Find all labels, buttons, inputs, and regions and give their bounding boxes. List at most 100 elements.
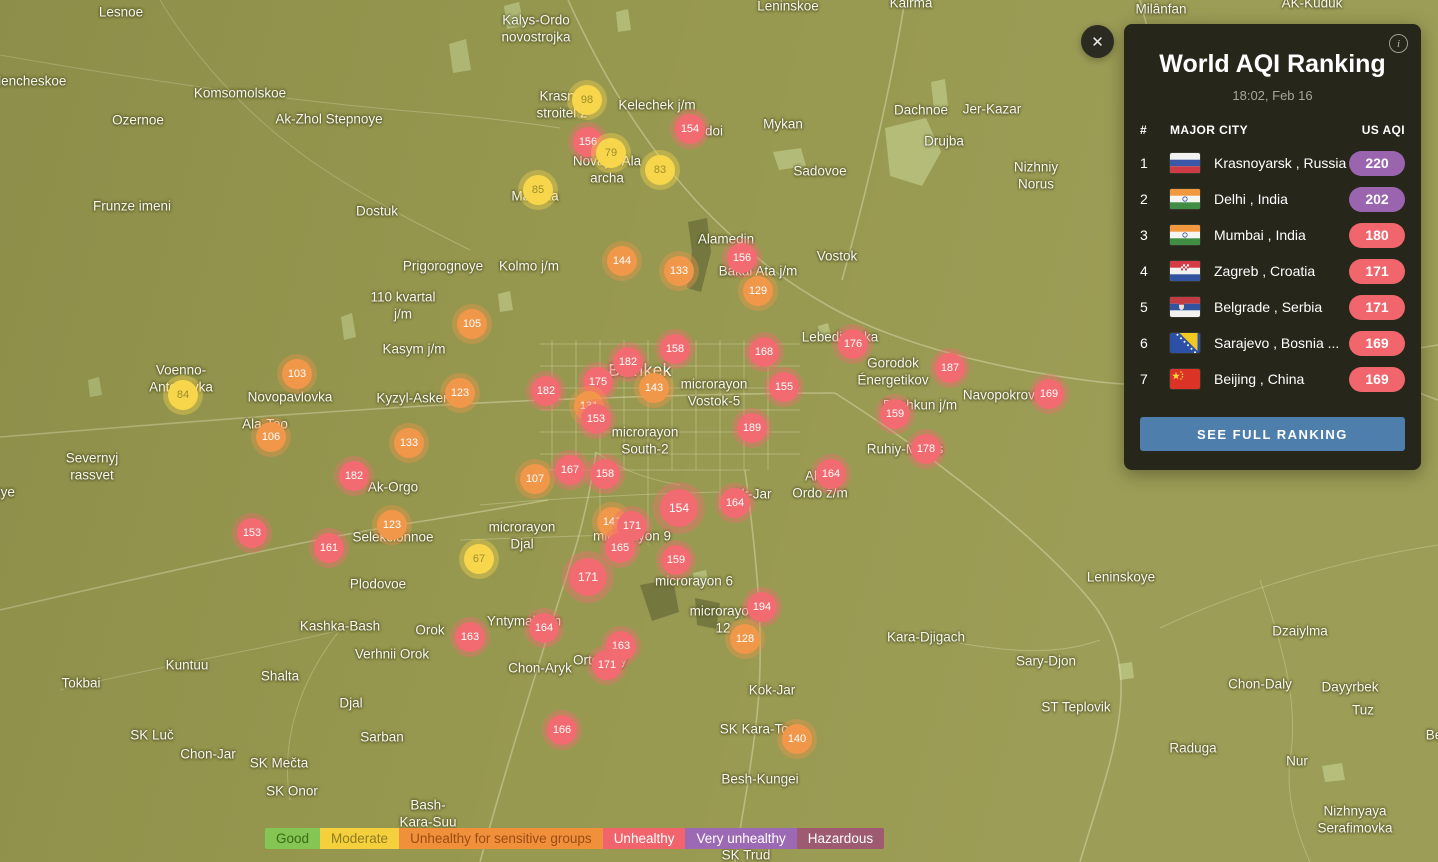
aqi-marker[interactable]: 107 xyxy=(520,464,550,494)
aqi-marker[interactable]: 106 xyxy=(256,422,286,452)
aqi-marker[interactable]: 156 xyxy=(727,243,757,273)
aqi-marker[interactable]: 128 xyxy=(730,624,760,654)
col-city: MAJOR CITY xyxy=(1170,123,1249,137)
map-label: Nizhnyaya Serafimovka xyxy=(1317,803,1393,835)
aqi-marker[interactable]: 164 xyxy=(720,488,750,518)
aqi-marker[interactable]: 165 xyxy=(605,533,635,563)
map-label: SK Mečta xyxy=(249,755,309,771)
aqi-marker[interactable]: 84 xyxy=(168,380,198,410)
panel-close-button[interactable]: ✕ xyxy=(1081,25,1114,58)
map-label: oye xyxy=(0,484,15,500)
map-label: Leninskoye xyxy=(1086,569,1156,585)
aqi-marker[interactable]: 194 xyxy=(747,592,777,622)
ranking-row[interactable]: 7 Beijing , China 169 xyxy=(1124,361,1421,397)
aqi-marker[interactable]: 176 xyxy=(838,329,868,359)
aqi-marker[interactable]: 169 xyxy=(1034,379,1064,409)
aqi-marker[interactable]: 144 xyxy=(607,246,637,276)
map-label: Ak-Zhol Stepnoye xyxy=(275,111,383,127)
rank-number: 7 xyxy=(1140,371,1148,387)
aqi-badge: 220 xyxy=(1349,150,1405,176)
legend-item: Good xyxy=(265,828,321,849)
ranking-row[interactable]: 1 Krasnoyarsk , Russia 220 xyxy=(1124,145,1421,181)
aqi-marker[interactable]: 98 xyxy=(572,85,602,115)
aqi-marker[interactable]: 167 xyxy=(555,455,585,485)
ranking-row[interactable]: 4 Zagreb , Croatia 171 xyxy=(1124,253,1421,289)
aqi-marker[interactable]: 154 xyxy=(675,114,705,144)
map-label: Plodovoe xyxy=(349,576,407,592)
map-label: Dzaiylma xyxy=(1272,623,1328,639)
city-name: Belgrade , Serbia xyxy=(1214,299,1323,315)
rank-number: 1 xyxy=(1140,155,1148,171)
map-label: ST Teplovik xyxy=(1041,699,1111,715)
aqi-badge: 202 xyxy=(1349,186,1405,212)
country-flag-icon xyxy=(1170,153,1200,173)
aqi-marker[interactable]: 103 xyxy=(282,359,312,389)
aqi-marker[interactable]: 182 xyxy=(613,347,643,377)
map-label: Mykan xyxy=(763,116,803,132)
aqi-marker[interactable]: 155 xyxy=(769,372,799,402)
map-label: Kyzyl-Asker xyxy=(376,390,448,406)
close-icon: ✕ xyxy=(1091,33,1104,51)
map-label: Drujba xyxy=(924,133,964,149)
aqi-marker[interactable]: 154 xyxy=(660,489,698,527)
aqi-marker[interactable]: 168 xyxy=(749,337,779,367)
aqi-marker[interactable]: 171 xyxy=(592,650,622,680)
aqi-marker[interactable]: 153 xyxy=(581,404,611,434)
map-label: Sadovoe xyxy=(793,163,847,179)
aqi-marker[interactable]: 67 xyxy=(464,544,494,574)
map-label: Dayyrbek xyxy=(1321,679,1379,695)
aqi-marker[interactable]: 129 xyxy=(743,276,773,306)
aqi-marker[interactable]: 158 xyxy=(590,459,620,489)
aqi-marker[interactable]: 182 xyxy=(339,461,369,491)
ranking-rows: 1 Krasnoyarsk , Russia 220 2 Delhi , India 20… xyxy=(1124,145,1421,397)
map-label: dencheskoe xyxy=(0,73,67,89)
map-label: Be xyxy=(1425,727,1438,743)
rank-number: 3 xyxy=(1140,227,1148,243)
aqi-badge: 169 xyxy=(1349,366,1405,392)
map-label: Besh-Kungei xyxy=(721,771,799,787)
map-label: Jer-Kazar xyxy=(962,101,1022,117)
rank-number: 2 xyxy=(1140,191,1148,207)
aqi-marker[interactable]: 123 xyxy=(377,510,407,540)
city-name: Zagreb , Croatia xyxy=(1214,263,1316,279)
map-label: Gorodok Énergetikov xyxy=(857,355,929,387)
aqi-marker[interactable]: 166 xyxy=(547,715,577,745)
aqi-marker[interactable]: 182 xyxy=(531,376,561,406)
aqi-marker[interactable]: 133 xyxy=(664,256,694,286)
aqi-marker[interactable]: 133 xyxy=(394,428,424,458)
ranking-row[interactable]: 3 Mumbai , India 180 xyxy=(1124,217,1421,253)
aqi-badge: 171 xyxy=(1349,294,1405,320)
aqi-marker[interactable]: 171 xyxy=(569,558,607,596)
ranking-row[interactable]: 5 Belgrade , Serbia 171 xyxy=(1124,289,1421,325)
rank-number: 4 xyxy=(1140,263,1148,279)
aqi-marker[interactable]: 79 xyxy=(596,138,626,168)
rank-number: 6 xyxy=(1140,335,1148,351)
aqi-marker[interactable]: 105 xyxy=(457,309,487,339)
country-flag-icon xyxy=(1170,333,1200,353)
map-label: microrayon Vostok-5 xyxy=(680,376,748,408)
aqi-marker[interactable]: 187 xyxy=(935,353,965,383)
map-label: Shalta xyxy=(260,668,300,684)
info-icon[interactable]: i xyxy=(1389,34,1408,53)
ranking-row[interactable]: 6 Sarajevo , Bosnia ... 169 xyxy=(1124,325,1421,361)
aqi-marker[interactable]: 153 xyxy=(237,518,267,548)
aqi-marker[interactable]: 159 xyxy=(661,545,691,575)
aqi-marker[interactable]: 123 xyxy=(445,378,475,408)
aqi-marker[interactable]: 161 xyxy=(314,533,344,563)
aqi-marker[interactable]: 178 xyxy=(911,434,941,464)
aqi-marker[interactable]: 159 xyxy=(880,399,910,429)
aqi-marker[interactable]: 164 xyxy=(816,459,846,489)
aqi-marker[interactable]: 85 xyxy=(523,175,553,205)
aqi-marker[interactable]: 83 xyxy=(645,155,675,185)
aqi-marker[interactable]: 164 xyxy=(529,613,559,643)
aqi-marker[interactable]: 158 xyxy=(660,334,690,364)
map-label: Ak-Orgo xyxy=(367,479,419,495)
aqi-marker[interactable]: 163 xyxy=(455,622,485,652)
aqi-marker[interactable]: 140 xyxy=(782,724,812,754)
map-label: microrayon South-2 xyxy=(611,424,679,456)
ranking-row[interactable]: 2 Delhi , India 202 xyxy=(1124,181,1421,217)
map-label: SK Onor xyxy=(266,783,318,799)
aqi-marker[interactable]: 189 xyxy=(737,413,767,443)
aqi-marker[interactable]: 143 xyxy=(639,373,669,403)
see-full-ranking-button[interactable]: SEE FULL RANKING xyxy=(1140,417,1405,451)
